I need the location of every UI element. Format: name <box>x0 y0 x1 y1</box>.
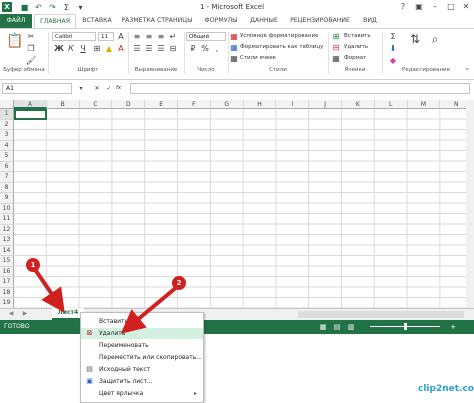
arrow-1 <box>32 266 65 313</box>
watermark: clip2net.com <box>418 384 474 394</box>
arrow-2 <box>120 284 180 334</box>
step-badge-1: 1 <box>26 258 40 272</box>
annotation-arrows <box>32 266 180 334</box>
step-badge-2: 2 <box>172 276 186 290</box>
